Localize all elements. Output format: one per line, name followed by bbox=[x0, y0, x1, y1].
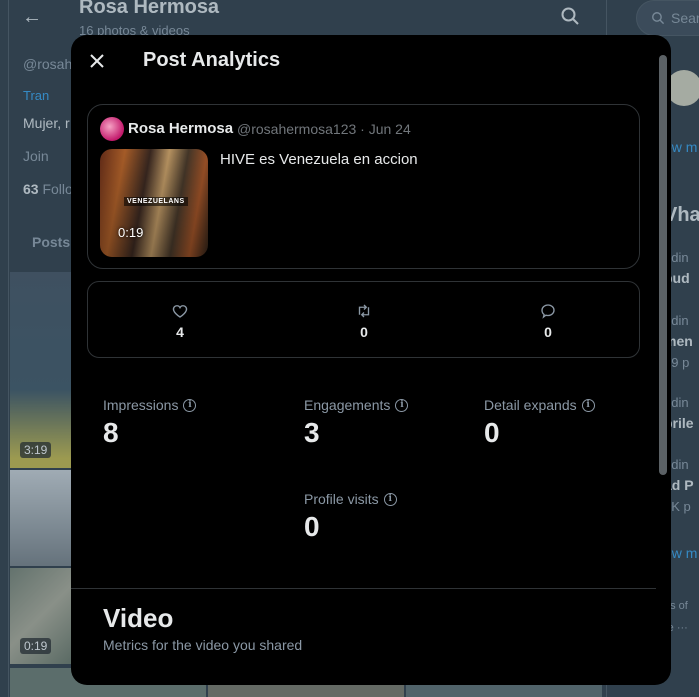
reposts-count: 0 bbox=[360, 323, 368, 340]
info-icon[interactable]: i bbox=[581, 398, 595, 412]
detail-expands-value: 0 bbox=[484, 417, 500, 448]
heart-icon bbox=[172, 304, 188, 318]
thumbnail-caption: VENEZUELANS bbox=[124, 197, 188, 206]
impressions-metric: Impressions i 8 bbox=[103, 397, 197, 449]
reply-icon bbox=[541, 303, 555, 319]
close-icon bbox=[90, 54, 104, 68]
impressions-value: 8 bbox=[103, 417, 119, 448]
profile-visits-label: Profile visits bbox=[304, 491, 379, 507]
likes-stat: 4 bbox=[88, 282, 272, 359]
impressions-label-row: Impressions i bbox=[103, 397, 197, 413]
detail-expands-metric: Detail expands i 0 bbox=[484, 397, 595, 449]
replies-stat: 0 bbox=[456, 282, 640, 359]
repost-icon bbox=[358, 304, 370, 317]
section-divider bbox=[71, 588, 656, 589]
post-author-name: Rosa Hermosa bbox=[128, 120, 234, 137]
avatar bbox=[100, 117, 124, 141]
engagements-label-row: Engagements i bbox=[304, 397, 409, 413]
engagement-summary: 4 0 0 bbox=[87, 281, 640, 358]
video-section-subtitle: Metrics for the video you shared bbox=[103, 637, 303, 653]
scrollbar[interactable] bbox=[659, 49, 667, 677]
dialog-header: Post Analytics bbox=[71, 35, 671, 88]
profile-visits-metric: Profile visits i 0 bbox=[304, 491, 397, 543]
video-duration: 0:19 bbox=[118, 225, 144, 240]
replies-count: 0 bbox=[544, 323, 552, 340]
impressions-label: Impressions bbox=[103, 397, 179, 413]
post-video-thumbnail[interactable]: VENEZUELANS 0:19 bbox=[100, 149, 208, 257]
dialog-title: Post Analytics bbox=[143, 49, 281, 71]
post-text: HIVE es Venezuela en accion bbox=[220, 151, 418, 168]
info-icon[interactable]: i bbox=[183, 398, 197, 412]
detail-expands-label-row: Detail expands i bbox=[484, 397, 595, 413]
likes-count: 4 bbox=[176, 323, 184, 340]
post-analytics-dialog: Post Analytics Rosa Hermosa @rosahermosa… bbox=[71, 35, 671, 685]
post-handle-date: @rosahermosa123 · Jun 24 bbox=[237, 121, 411, 137]
info-icon[interactable]: i bbox=[395, 398, 409, 412]
video-section-title: Video bbox=[103, 603, 174, 633]
engagements-label: Engagements bbox=[304, 397, 391, 413]
detail-expands-label: Detail expands bbox=[484, 397, 577, 413]
scrollbar-thumb[interactable] bbox=[659, 55, 667, 475]
info-icon[interactable]: i bbox=[383, 492, 397, 506]
profile-visits-value: 0 bbox=[304, 511, 320, 542]
reposts-stat: 0 bbox=[272, 282, 456, 359]
post-preview-card[interactable]: Rosa Hermosa @rosahermosa123 · Jun 24 VE… bbox=[87, 104, 640, 269]
engagements-value: 3 bbox=[304, 417, 320, 448]
profile-visits-label-row: Profile visits i bbox=[304, 491, 397, 507]
engagements-metric: Engagements i 3 bbox=[304, 397, 409, 449]
close-button[interactable] bbox=[83, 47, 111, 75]
